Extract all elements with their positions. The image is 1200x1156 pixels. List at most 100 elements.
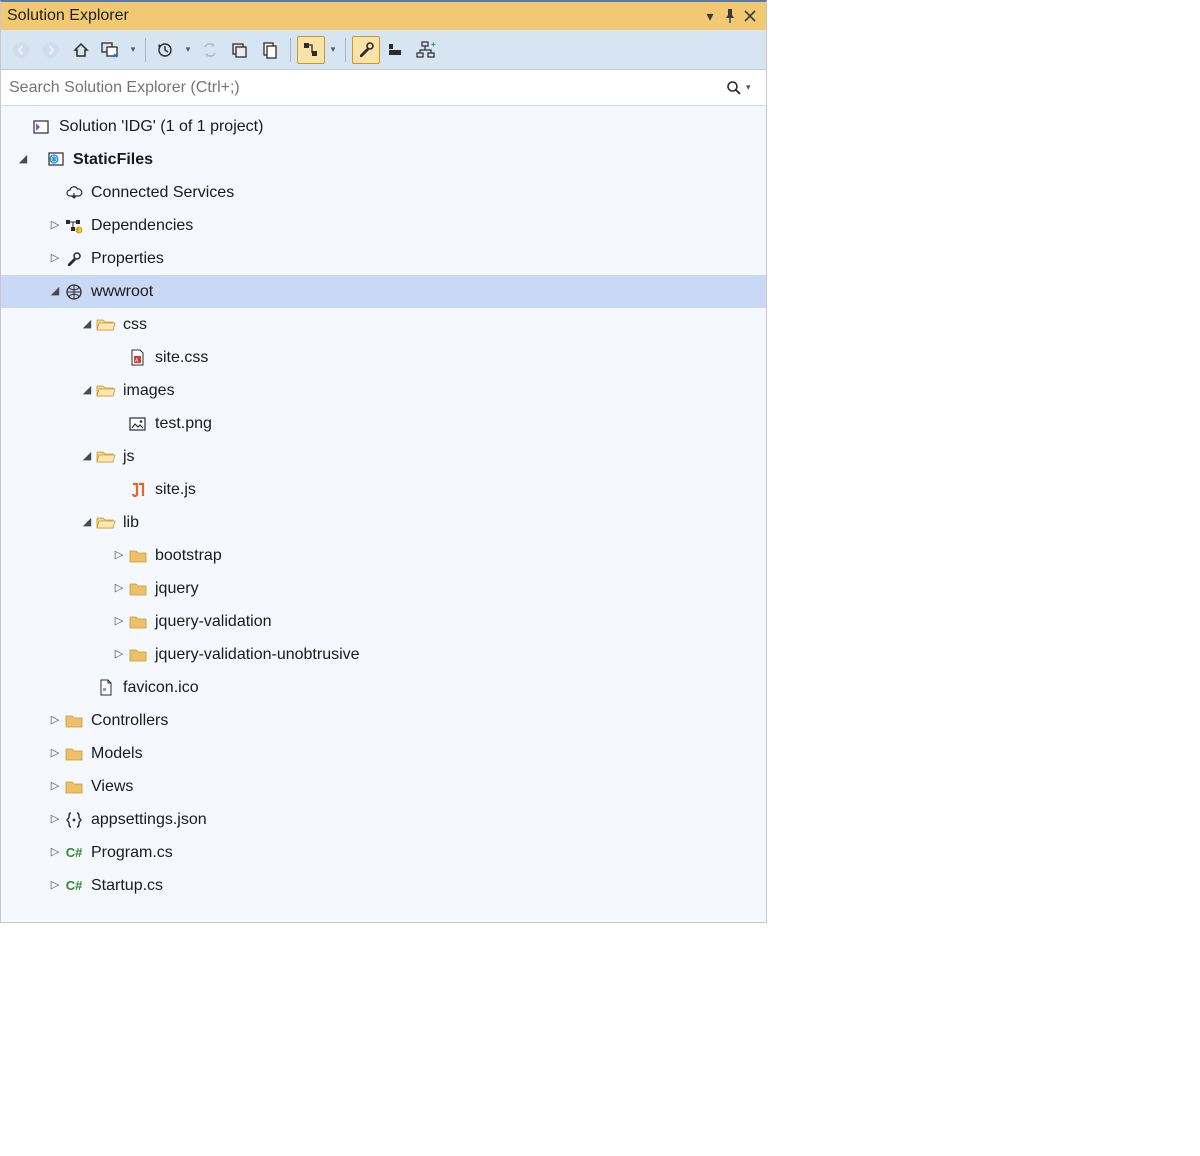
expander-icon[interactable]: ◢: [47, 284, 63, 300]
connected-services-label: Connected Services: [91, 183, 234, 202]
nesting-dropdown[interactable]: ▾: [327, 44, 339, 55]
views-folder-node[interactable]: ▷ Views: [1, 770, 766, 803]
folder-open-icon: [95, 513, 117, 533]
expander-icon[interactable]: ▷: [47, 779, 63, 795]
expander-icon[interactable]: ▷: [111, 581, 127, 597]
cloud-icon: [63, 183, 85, 203]
expander-icon[interactable]: ◢: [79, 383, 95, 399]
css-folder-node[interactable]: ◢ css: [1, 308, 766, 341]
preview-button[interactable]: [382, 36, 410, 64]
models-folder-node[interactable]: ▷ Models: [1, 737, 766, 770]
window-dropdown-button[interactable]: ▾: [700, 6, 720, 26]
folder-open-icon: [95, 381, 117, 401]
controllers-label: Controllers: [91, 711, 168, 730]
sync-button[interactable]: [196, 36, 224, 64]
startup-cs-node[interactable]: ▷ C# Startup.cs: [1, 869, 766, 902]
folder-icon: [63, 777, 85, 797]
site-js-node[interactable]: ▶ site.js: [1, 473, 766, 506]
site-css-node[interactable]: ▶ A site.css: [1, 341, 766, 374]
jquery-validation-unobtrusive-label: jquery-validation-unobtrusive: [155, 645, 360, 664]
pending-changes-dropdown[interactable]: ▾: [182, 44, 194, 55]
wrench-icon: [63, 249, 85, 269]
expander-icon[interactable]: ▷: [111, 548, 127, 564]
back-button[interactable]: [7, 36, 35, 64]
expander-icon[interactable]: ▷: [111, 647, 127, 663]
svg-text:!: !: [77, 228, 78, 234]
switch-views-button[interactable]: [97, 36, 125, 64]
expander-icon[interactable]: ◢: [79, 449, 95, 465]
separator-icon: [145, 38, 146, 62]
expander-icon[interactable]: ◢: [79, 317, 95, 333]
separator-icon: [290, 38, 291, 62]
view-class-diagram-button[interactable]: +: [412, 36, 440, 64]
solution-node[interactable]: ▶ Solution 'IDG' (1 of 1 project): [1, 110, 766, 143]
expander-icon[interactable]: ◢: [79, 515, 95, 531]
folder-open-icon: [95, 447, 117, 467]
appsettings-node[interactable]: ▷ appsettings.json: [1, 803, 766, 836]
folder-icon: [127, 546, 149, 566]
expander-icon[interactable]: ▷: [47, 713, 63, 729]
toolbar: ▾ ▾ ▾ +: [1, 30, 766, 70]
test-png-node[interactable]: ▶ test.png: [1, 407, 766, 440]
dependencies-icon: !: [63, 216, 85, 236]
close-button[interactable]: [740, 6, 760, 26]
controllers-folder-node[interactable]: ▷ Controllers: [1, 704, 766, 737]
solution-tree: ▶ Solution 'IDG' (1 of 1 project) ◢ Stat…: [1, 106, 766, 922]
expander-icon[interactable]: ▷: [47, 251, 63, 267]
pin-button[interactable]: [720, 6, 740, 26]
search-input[interactable]: [9, 79, 724, 97]
show-all-files-button[interactable]: [256, 36, 284, 64]
solution-label: Solution 'IDG' (1 of 1 project): [59, 117, 263, 136]
jquery-folder-node[interactable]: ▷ jquery: [1, 572, 766, 605]
switch-views-dropdown[interactable]: ▾: [127, 44, 139, 55]
lib-folder-node[interactable]: ◢ lib: [1, 506, 766, 539]
favicon-label: favicon.ico: [123, 678, 199, 697]
images-folder-node[interactable]: ◢ images: [1, 374, 766, 407]
wwwroot-node[interactable]: ◢ wwwroot: [1, 275, 766, 308]
expander-icon[interactable]: ◢: [15, 152, 31, 168]
image-file-icon: [127, 414, 149, 434]
css-label: css: [123, 315, 147, 334]
folder-icon: [63, 744, 85, 764]
expander-icon[interactable]: ▷: [47, 845, 63, 861]
favicon-node[interactable]: ▶ favicon.ico: [1, 671, 766, 704]
folder-icon: [127, 579, 149, 599]
folder-icon: [63, 711, 85, 731]
site-js-label: site.js: [155, 480, 196, 499]
forward-button[interactable]: [37, 36, 65, 64]
expander-icon[interactable]: ▷: [111, 614, 127, 630]
js-file-icon: [127, 480, 149, 500]
panel-title: Solution Explorer: [7, 7, 700, 25]
expander-icon[interactable]: ▷: [47, 218, 63, 234]
pending-changes-filter-button[interactable]: [152, 36, 180, 64]
properties-node[interactable]: ▷ Properties: [1, 242, 766, 275]
test-png-label: test.png: [155, 414, 212, 433]
properties-button[interactable]: [352, 36, 380, 64]
startup-cs-label: Startup.cs: [91, 876, 163, 895]
properties-label: Properties: [91, 249, 164, 268]
search-dropdown[interactable]: ▾: [746, 82, 758, 93]
jquery-validation-folder-node[interactable]: ▷ jquery-validation: [1, 605, 766, 638]
dependencies-node[interactable]: ▷ ! Dependencies: [1, 209, 766, 242]
expander-icon[interactable]: ▷: [47, 878, 63, 894]
project-node[interactable]: ◢ StaticFiles: [1, 143, 766, 176]
search-icon[interactable]: [724, 78, 744, 98]
dependencies-label: Dependencies: [91, 216, 193, 235]
nesting-button[interactable]: [297, 36, 325, 64]
site-css-label: site.css: [155, 348, 208, 367]
home-button[interactable]: [67, 36, 95, 64]
css-file-icon: A: [127, 348, 149, 368]
program-cs-label: Program.cs: [91, 843, 173, 862]
collapse-all-button[interactable]: [226, 36, 254, 64]
jquery-validation-label: jquery-validation: [155, 612, 272, 631]
bootstrap-folder-node[interactable]: ▷ bootstrap: [1, 539, 766, 572]
jquery-validation-unobtrusive-folder-node[interactable]: ▷ jquery-validation-unobtrusive: [1, 638, 766, 671]
expander-icon[interactable]: ▷: [47, 746, 63, 762]
js-folder-node[interactable]: ◢ js: [1, 440, 766, 473]
expander-icon[interactable]: ▷: [47, 812, 63, 828]
web-project-icon: [45, 150, 67, 170]
connected-services-node[interactable]: ▶ Connected Services: [1, 176, 766, 209]
program-cs-node[interactable]: ▷ C# Program.cs: [1, 836, 766, 869]
appsettings-label: appsettings.json: [91, 810, 207, 829]
lib-label: lib: [123, 513, 139, 532]
